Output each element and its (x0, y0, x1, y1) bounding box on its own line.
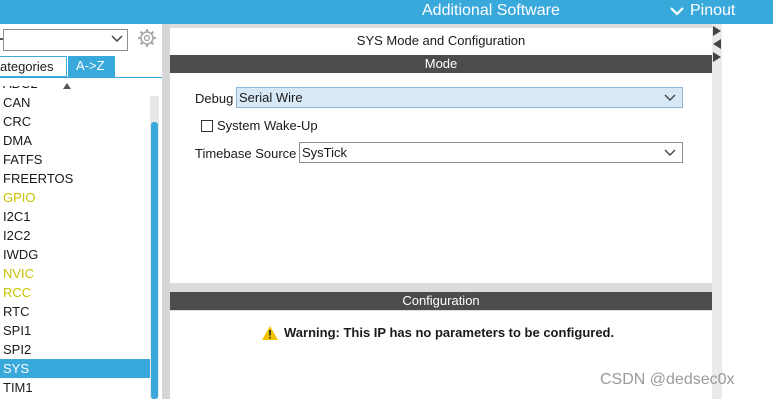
list-item[interactable]: CRC (0, 112, 152, 131)
list-scrollbar[interactable] (150, 96, 159, 399)
gear-icon[interactable] (137, 28, 157, 48)
page-title: SYS Mode and Configuration (356, 33, 526, 48)
list-item[interactable]: I2C1 (0, 207, 152, 226)
timebase-select[interactable]: SysTick (299, 142, 683, 163)
list-item[interactable]: IWDG (0, 245, 152, 264)
warning-text: Warning: This IP has no parameters to be… (284, 325, 615, 340)
component-list: ADC2CANCRCDMAFATFSFREERTOSGPIOI2C1I2C2IW… (0, 86, 152, 399)
chevron-down-icon (664, 94, 676, 101)
list-item[interactable]: RTC (0, 302, 152, 321)
right-divider[interactable] (712, 24, 722, 399)
list-item[interactable]: SPI1 (0, 321, 152, 340)
mode-panel: SYS Mode and Configuration Mode Debug Se… (170, 28, 712, 283)
tab-categories[interactable]: ategories (0, 56, 67, 77)
list-item[interactable]: I2C2 (0, 226, 152, 245)
scrollbar-thumb[interactable] (151, 122, 158, 399)
list-item[interactable]: FREERTOS (0, 169, 152, 188)
pinout-label: Pinout (690, 2, 736, 19)
wakeup-label: System Wake-Up (217, 118, 318, 133)
additional-software-tab[interactable]: Additional Software (422, 1, 560, 21)
debug-select[interactable]: Serial Wire (236, 87, 683, 108)
configuration-header: Configuration (170, 292, 712, 310)
warning-icon (262, 325, 278, 340)
list-item[interactable]: SYS (0, 359, 152, 378)
list-item[interactable]: GPIO (0, 188, 152, 207)
timebase-label: Timebase Source (195, 146, 297, 161)
tab-a-z[interactable]: A->Z (68, 56, 115, 77)
list-item[interactable]: DMA (0, 131, 152, 150)
timebase-value: SysTick (302, 145, 348, 160)
list-tabs: ategories A->Z (0, 56, 162, 78)
component-list-panel: ategories A->Z ADC2CANCRCDMAFATFSFREERTO… (0, 24, 162, 399)
list-item[interactable]: CAN (0, 93, 152, 112)
collapse-arrows-icon[interactable] (713, 26, 721, 62)
watermark-text: CSDN @dedsec0x (600, 371, 735, 388)
list-item[interactable]: RCC (0, 283, 152, 302)
chevron-down-icon (670, 7, 684, 16)
mode-header: Mode (170, 55, 712, 73)
top-bar: Additional Software Pinout (0, 0, 773, 24)
list-item[interactable]: SPI2 (0, 340, 152, 359)
mode-config-area: SYS Mode and Configuration Mode Debug Se… (170, 24, 712, 399)
debug-value: Serial Wire (239, 90, 303, 105)
search-input[interactable] (3, 29, 128, 51)
chevron-down-icon (664, 149, 676, 156)
list-item[interactable]: FATFS (0, 150, 152, 169)
panel-divider[interactable] (162, 24, 170, 399)
list-item[interactable]: ADC2 (0, 86, 152, 93)
list-item[interactable]: NVIC (0, 264, 152, 283)
warning-message: Warning: This IP has no parameters to be… (262, 325, 614, 340)
right-panel (722, 24, 773, 399)
wakeup-checkbox[interactable] (201, 120, 213, 132)
pinout-menu[interactable]: Pinout (670, 1, 735, 21)
chevron-down-icon (111, 35, 123, 43)
debug-label: Debug (195, 91, 234, 106)
list-item[interactable]: TIM1 (0, 378, 152, 397)
